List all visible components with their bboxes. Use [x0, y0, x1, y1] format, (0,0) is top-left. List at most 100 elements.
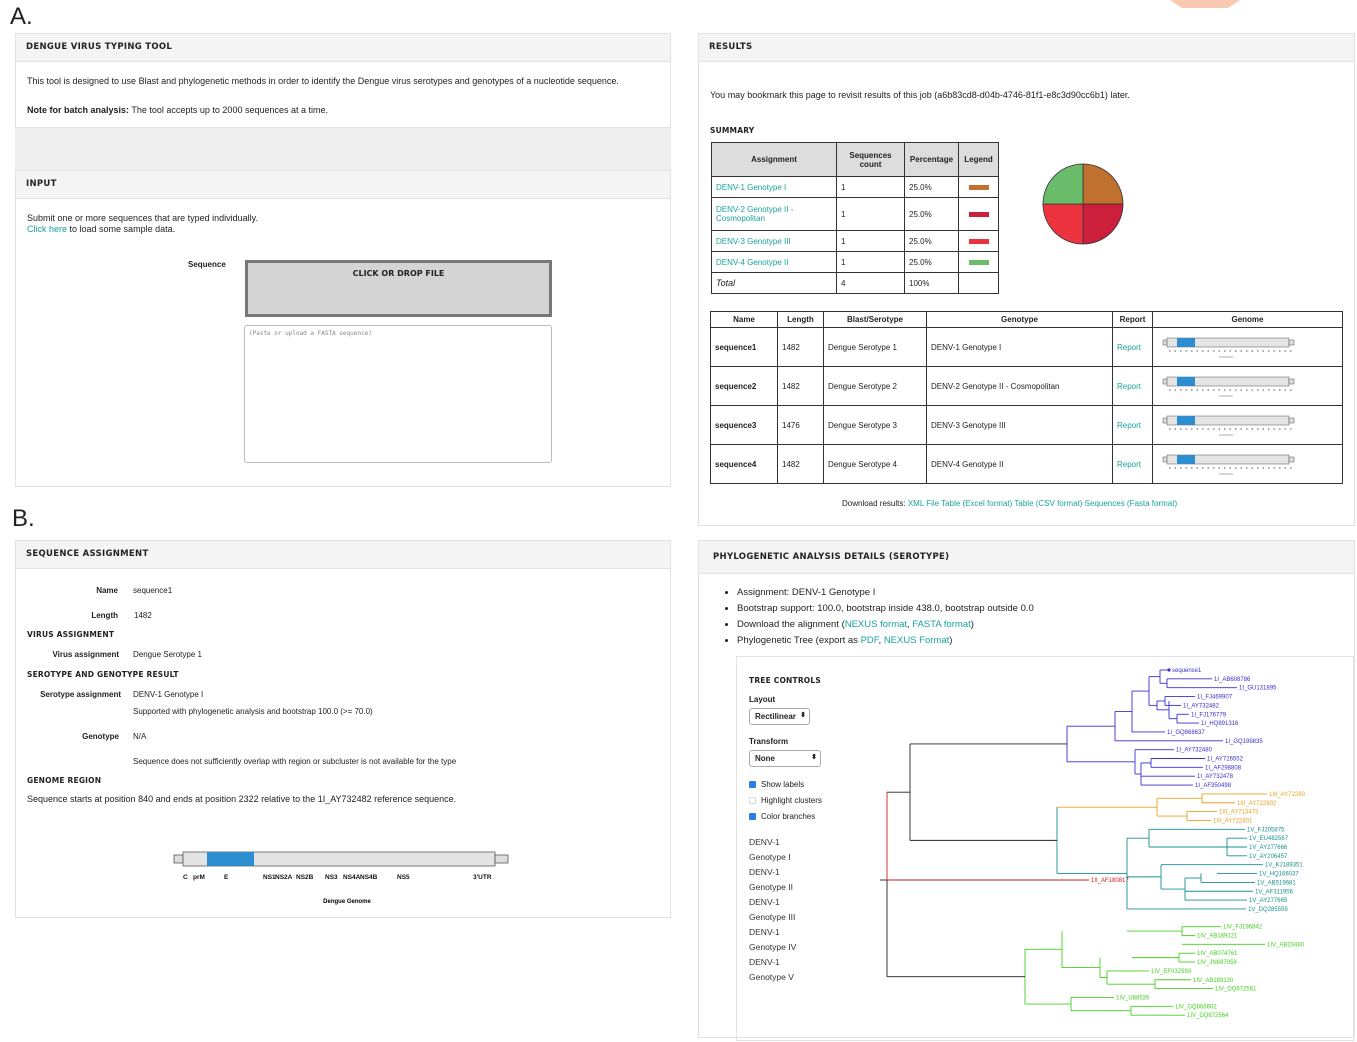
summary-assignment-link[interactable]: DENV-4 Genotype II: [711, 251, 837, 273]
tree-leaf-label: 1IV_JN697058: [1197, 960, 1237, 966]
genome-region-label: NS4B: [360, 874, 378, 881]
summary-total-pct: 100%: [904, 272, 959, 294]
genome-thumbnail: [1162, 415, 1295, 436]
summary-assignment-link[interactable]: DENV-2 Genotype II - Cosmopolitan: [711, 197, 837, 231]
report-link[interactable]: Report: [1112, 444, 1153, 484]
fasta-alignment-link[interactable]: FASTA format: [912, 619, 970, 630]
genome-thumbnail: [1162, 454, 1295, 475]
result-name: sequence4: [710, 444, 778, 484]
download-xml-link[interactable]: XML File: [908, 499, 939, 508]
result-length: 1482: [777, 327, 824, 367]
tree-leaf-label: 1IV_AB189121: [1197, 934, 1238, 940]
tree-leaf-label: 1V_FJ205875: [1247, 827, 1285, 833]
tree-leaf-label: 1IV_AB20480: [1267, 942, 1305, 948]
legend-swatch: [968, 259, 989, 265]
genome-region-label: NS5: [397, 874, 410, 881]
summary-header: Percentage: [904, 142, 959, 177]
results-header: Blast/Serotype: [823, 311, 927, 328]
tree-leaf-label: 1I_FJ469907: [1197, 695, 1233, 701]
serotype-genotype-section: SEROTYPE AND GENOTYPE RESULT: [27, 670, 179, 679]
sequence-textarea[interactable]: (Paste or upload a FASTA sequence): [244, 325, 552, 463]
result-name: sequence2: [710, 366, 778, 406]
nexus-export-link[interactable]: NEXUS Format: [884, 635, 949, 646]
report-link[interactable]: Report: [1112, 405, 1153, 445]
name-label: Name: [96, 586, 118, 595]
pdf-export-link[interactable]: PDF: [861, 635, 879, 646]
genome-thumbnail: [1162, 376, 1295, 397]
assignment-title: SEQUENCE ASSIGNMENT: [16, 541, 670, 569]
tree-leaf-label: 1I_GU131895: [1239, 686, 1277, 692]
tree-leaf-label: 1I_AY732482: [1183, 703, 1220, 709]
bookmark-text: You may bookmark this page to revisit re…: [710, 90, 1130, 100]
summary-pct: 25.0%: [904, 176, 959, 198]
results-header: Genome: [1152, 311, 1343, 328]
result-serotype: Dengue Serotype 4: [823, 444, 927, 484]
legend-swatch: [968, 238, 989, 244]
summary-title: SUMMARY: [710, 126, 755, 135]
pie-slice: [1042, 163, 1084, 205]
tree-leaf-label: 1V_EU482567: [1249, 836, 1289, 842]
tree-leaf-label: 1V_AY206457: [1249, 854, 1288, 860]
phylo-details-list: Assignment: DENV-1 Genotype I Bootstrap …: [715, 587, 1315, 651]
tool-description: This tool is designed to use Blast and p…: [27, 76, 619, 86]
download-prefix: Download the alignment (: [737, 619, 845, 630]
tree-leaf-label: 1I_AY732480: [1176, 748, 1213, 754]
result-row: sequence3 1476 Dengue Serotype 3 DENV-3 Gen…: [710, 405, 1343, 445]
summary-total-label: Total: [711, 272, 837, 294]
tree-leaf-label: 1IV_U88535: [1116, 995, 1150, 1001]
tree-container: TREE CONTROLS Layout Rectilinear ⬍ Transf…: [736, 656, 1354, 1041]
result-genotype: DENV-3 Genotype III: [926, 405, 1113, 445]
sequence-label: Sequence: [188, 260, 226, 269]
tree-leaf-label: 1II_AF180817: [1091, 878, 1129, 884]
tree-leaf-label: 1V_KJ189351: [1265, 863, 1303, 869]
download-csv-link[interactable]: Table (CSV format): [1014, 499, 1082, 508]
summary-assignment-link[interactable]: DENV-1 Genotype I: [711, 176, 837, 198]
summary-pct: 25.0%: [904, 251, 959, 273]
report-link[interactable]: Report: [1112, 327, 1153, 367]
result-row: sequence2 1482 Dengue Serotype 2 DENV-2 Gen…: [710, 366, 1343, 406]
tree-prefix: Phylogenetic Tree (export as: [737, 635, 861, 646]
file-drop-zone[interactable]: CLICK OR DROP FILE: [245, 260, 552, 317]
genome-region-section: GENOME REGION: [27, 776, 102, 785]
virus-section: VIRUS ASSIGNMENT: [27, 630, 115, 639]
sample-data-link[interactable]: Click here: [27, 224, 67, 234]
serotype-value: DENV-1 Genotype I: [133, 690, 204, 699]
result-row: sequence4 1482 Dengue Serotype 4 DENV-4 Gen…: [710, 444, 1343, 484]
virus-value: Dengue Serotype 1: [133, 650, 202, 659]
summary-count: 1: [836, 230, 905, 252]
nexus-alignment-link[interactable]: NEXUS format: [845, 619, 907, 630]
genome-region-label: C: [183, 874, 188, 881]
tree-leaf-label: 1I_HQ891316: [1201, 721, 1239, 727]
genome-map: CprM E NS1 NS2A NS2B NS3 NS4A NS4B NS5 3'UTR Deng…: [173, 851, 509, 905]
input-title: INPUT: [16, 171, 670, 199]
panel-label-a: A.: [10, 3, 33, 30]
tree-leaf-label: 1V_AY277666: [1249, 845, 1288, 851]
download-excel-link[interactable]: Table (Excel format): [941, 499, 1012, 508]
query-sequence-marker: [1167, 668, 1171, 672]
genome-thumbnail-cell: [1152, 327, 1343, 367]
summary-assignment-link[interactable]: DENV-3 Genotype III: [711, 230, 837, 252]
result-length: 1482: [777, 366, 824, 406]
tool-title: DENGUE VIRUS TYPING TOOL: [16, 34, 670, 62]
phylo-title: PHYLOGENETIC ANALYSIS DETAILS (SEROTYPE): [699, 541, 1354, 574]
genome-region-label: NS4A: [343, 874, 361, 881]
genotype-value: N/A: [133, 732, 147, 741]
legend-swatch: [968, 184, 989, 190]
pie-slice: [1082, 203, 1124, 245]
download-fasta-link[interactable]: Sequences (Fasta format): [1085, 499, 1177, 508]
tree-leaf-label: 1I_AF298808: [1205, 765, 1242, 771]
length-label: Length: [91, 611, 118, 620]
summary-count: 1: [836, 197, 905, 231]
tree-leaf-label: 1I_GQ868637: [1167, 730, 1205, 736]
report-link[interactable]: Report: [1112, 366, 1153, 406]
assignment-panel: SEQUENCE ASSIGNMENT Name sequence1 Lengt…: [15, 540, 671, 918]
result-length: 1482: [777, 444, 824, 484]
genome-thumbnail-cell: [1152, 405, 1343, 445]
results-header: Genotype: [926, 311, 1113, 328]
panel-label-b: B.: [12, 505, 35, 532]
tree-leaf-label: 1I_AY732478: [1197, 774, 1234, 780]
summary-pct: 25.0%: [904, 230, 959, 252]
tree-leaf-label: 1IV_DQ672564: [1187, 1013, 1229, 1019]
corner-decoration: [1170, 0, 1240, 8]
summary-total-count: 4: [836, 272, 905, 294]
